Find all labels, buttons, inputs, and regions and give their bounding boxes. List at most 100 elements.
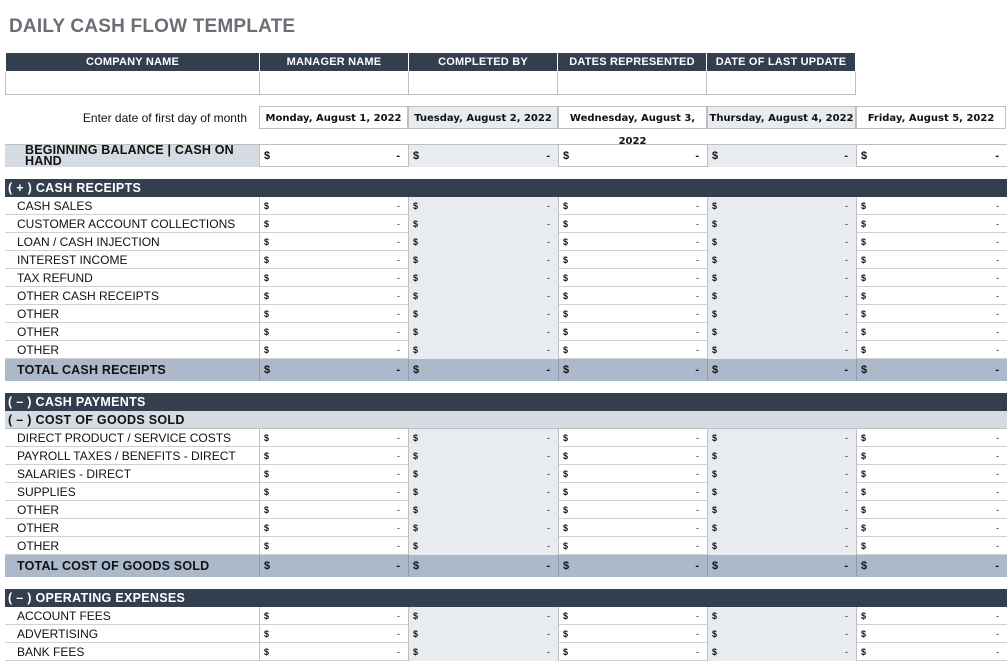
receipts-7-day-5-cell[interactable]: $ - (856, 305, 1007, 323)
cogs-3-day-2-cell[interactable]: $ - (408, 465, 558, 483)
receipts-8-day-4-cell[interactable]: $ - (707, 323, 856, 341)
total-cogs-day-5-cell[interactable]: $ - (856, 555, 1007, 577)
receipts-4-day-1-cell[interactable]: $ - (259, 251, 408, 269)
opex-3-day-1-cell[interactable]: $ - (259, 643, 408, 661)
receipts-3-day-3-cell[interactable]: $ - (558, 233, 707, 251)
cogs-2-day-4-cell[interactable]: $ - (707, 447, 856, 465)
opex-3-day-5-cell[interactable]: $ - (856, 643, 1007, 661)
receipts-9-day-3-cell[interactable]: $ - (558, 341, 707, 359)
receipts-9-day-5-cell[interactable]: $ - (856, 341, 1007, 359)
cogs-2-day-1-cell[interactable]: $ - (259, 447, 408, 465)
cogs-2-day-2-cell[interactable]: $ - (408, 447, 558, 465)
receipts-9-day-4-cell[interactable]: $ - (707, 341, 856, 359)
opex-3-day-4-cell[interactable]: $ - (707, 643, 856, 661)
date-of-last-update-cell[interactable] (706, 71, 856, 95)
receipts-8-day-2-cell[interactable]: $ - (408, 323, 558, 341)
cogs-5-day-4-cell[interactable]: $ - (707, 501, 856, 519)
cogs-7-day-5-cell[interactable]: $ - (856, 537, 1007, 555)
receipts-8-day-1-cell[interactable]: $ - (259, 323, 408, 341)
date-cell-3[interactable]: Wednesday, August 3, 2022 (558, 106, 707, 147)
receipts-1-day-1-cell[interactable]: $ - (259, 197, 408, 215)
cogs-3-day-4-cell[interactable]: $ - (707, 465, 856, 483)
date-cell-4[interactable]: Thursday, August 4, 2022 (707, 106, 856, 129)
receipts-4-day-5-cell[interactable]: $ - (856, 251, 1007, 269)
completed-by-cell[interactable] (408, 71, 558, 95)
total-cogs-day-1-cell[interactable]: $ - (259, 555, 408, 577)
receipts-2-day-3-cell[interactable]: $ - (558, 215, 707, 233)
receipts-1-day-5-cell[interactable]: $ - (856, 197, 1007, 215)
cogs-6-day-3-cell[interactable]: $ - (558, 519, 707, 537)
receipts-7-day-1-cell[interactable]: $ - (259, 305, 408, 323)
receipts-4-day-2-cell[interactable]: $ - (408, 251, 558, 269)
receipts-7-day-2-cell[interactable]: $ - (408, 305, 558, 323)
receipts-6-day-3-cell[interactable]: $ - (558, 287, 707, 305)
cogs-4-day-1-cell[interactable]: $ - (259, 483, 408, 501)
receipts-1-day-2-cell[interactable]: $ - (408, 197, 558, 215)
receipts-3-day-4-cell[interactable]: $ - (707, 233, 856, 251)
opex-2-day-4-cell[interactable]: $ - (707, 625, 856, 643)
cogs-4-day-2-cell[interactable]: $ - (408, 483, 558, 501)
beginning-balance-day-2-cell[interactable]: $ - (408, 145, 558, 167)
opex-3-day-2-cell[interactable]: $ - (408, 643, 558, 661)
cogs-6-day-1-cell[interactable]: $ - (259, 519, 408, 537)
receipts-3-day-1-cell[interactable]: $ - (259, 233, 408, 251)
total-cogs-day-4-cell[interactable]: $ - (707, 555, 856, 577)
cogs-1-day-3-cell[interactable]: $ - (558, 429, 707, 447)
total-receipts-day-5-cell[interactable]: $ - (856, 359, 1007, 381)
cogs-4-day-4-cell[interactable]: $ - (707, 483, 856, 501)
receipts-5-day-1-cell[interactable]: $ - (259, 269, 408, 287)
receipts-5-day-5-cell[interactable]: $ - (856, 269, 1007, 287)
receipts-6-day-4-cell[interactable]: $ - (707, 287, 856, 305)
receipts-2-day-1-cell[interactable]: $ - (259, 215, 408, 233)
receipts-8-day-3-cell[interactable]: $ - (558, 323, 707, 341)
cogs-5-day-5-cell[interactable]: $ - (856, 501, 1007, 519)
cogs-2-day-3-cell[interactable]: $ - (558, 447, 707, 465)
cogs-7-day-2-cell[interactable]: $ - (408, 537, 558, 555)
receipts-2-day-5-cell[interactable]: $ - (856, 215, 1007, 233)
receipts-3-day-5-cell[interactable]: $ - (856, 233, 1007, 251)
receipts-7-day-4-cell[interactable]: $ - (707, 305, 856, 323)
opex-1-day-1-cell[interactable]: $ - (259, 607, 408, 625)
cogs-5-day-3-cell[interactable]: $ - (558, 501, 707, 519)
receipts-9-day-1-cell[interactable]: $ - (259, 341, 408, 359)
cogs-1-day-2-cell[interactable]: $ - (408, 429, 558, 447)
company-name-cell[interactable] (5, 71, 260, 95)
receipts-5-day-2-cell[interactable]: $ - (408, 269, 558, 287)
dates-represented-cell[interactable] (557, 71, 707, 95)
receipts-7-day-3-cell[interactable]: $ - (558, 305, 707, 323)
receipts-3-day-2-cell[interactable]: $ - (408, 233, 558, 251)
cogs-7-day-4-cell[interactable]: $ - (707, 537, 856, 555)
receipts-2-day-4-cell[interactable]: $ - (707, 215, 856, 233)
total-cogs-day-3-cell[interactable]: $ - (558, 555, 707, 577)
receipts-6-day-1-cell[interactable]: $ - (259, 287, 408, 305)
opex-2-day-3-cell[interactable]: $ - (558, 625, 707, 643)
cogs-5-day-2-cell[interactable]: $ - (408, 501, 558, 519)
opex-1-day-2-cell[interactable]: $ - (408, 607, 558, 625)
receipts-6-day-2-cell[interactable]: $ - (408, 287, 558, 305)
opex-2-day-5-cell[interactable]: $ - (856, 625, 1007, 643)
total-receipts-day-2-cell[interactable]: $ - (408, 359, 558, 381)
opex-2-day-2-cell[interactable]: $ - (408, 625, 558, 643)
cogs-2-day-5-cell[interactable]: $ - (856, 447, 1007, 465)
opex-1-day-3-cell[interactable]: $ - (558, 607, 707, 625)
cogs-1-day-4-cell[interactable]: $ - (707, 429, 856, 447)
receipts-2-day-2-cell[interactable]: $ - (408, 215, 558, 233)
date-cell-5[interactable]: Friday, August 5, 2022 (856, 106, 1006, 129)
cogs-3-day-5-cell[interactable]: $ - (856, 465, 1007, 483)
receipts-6-day-5-cell[interactable]: $ - (856, 287, 1007, 305)
beginning-balance-day-1-cell[interactable]: $ - (259, 145, 408, 167)
beginning-balance-day-4-cell[interactable]: $ - (707, 145, 856, 167)
opex-1-day-4-cell[interactable]: $ - (707, 607, 856, 625)
cogs-6-day-4-cell[interactable]: $ - (707, 519, 856, 537)
cogs-3-day-3-cell[interactable]: $ - (558, 465, 707, 483)
total-cogs-day-2-cell[interactable]: $ - (408, 555, 558, 577)
beginning-balance-day-5-cell[interactable]: $ - (856, 145, 1007, 167)
total-receipts-day-1-cell[interactable]: $ - (259, 359, 408, 381)
cogs-5-day-1-cell[interactable]: $ - (259, 501, 408, 519)
cogs-3-day-1-cell[interactable]: $ - (259, 465, 408, 483)
receipts-1-day-3-cell[interactable]: $ - (558, 197, 707, 215)
opex-2-day-1-cell[interactable]: $ - (259, 625, 408, 643)
total-receipts-day-3-cell[interactable]: $ - (558, 359, 707, 381)
opex-3-day-3-cell[interactable]: $ - (558, 643, 707, 661)
cogs-6-day-5-cell[interactable]: $ - (856, 519, 1007, 537)
